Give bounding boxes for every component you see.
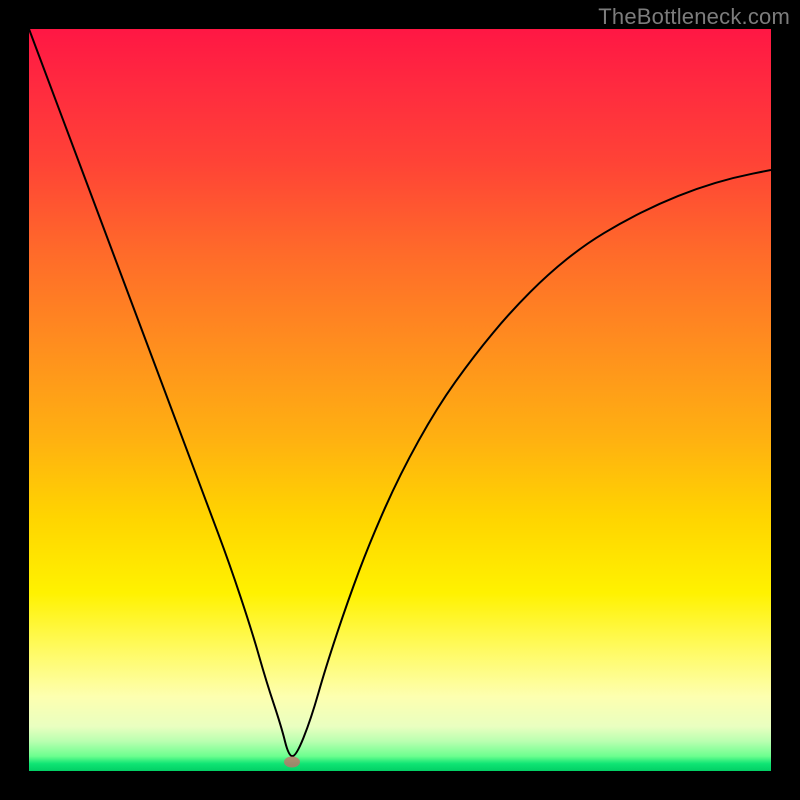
watermark-text: TheBottleneck.com [598, 4, 790, 30]
chart-frame: TheBottleneck.com [0, 0, 800, 800]
optimal-point-marker [284, 757, 300, 768]
bottleneck-curve [29, 29, 771, 771]
plot-area [29, 29, 771, 771]
